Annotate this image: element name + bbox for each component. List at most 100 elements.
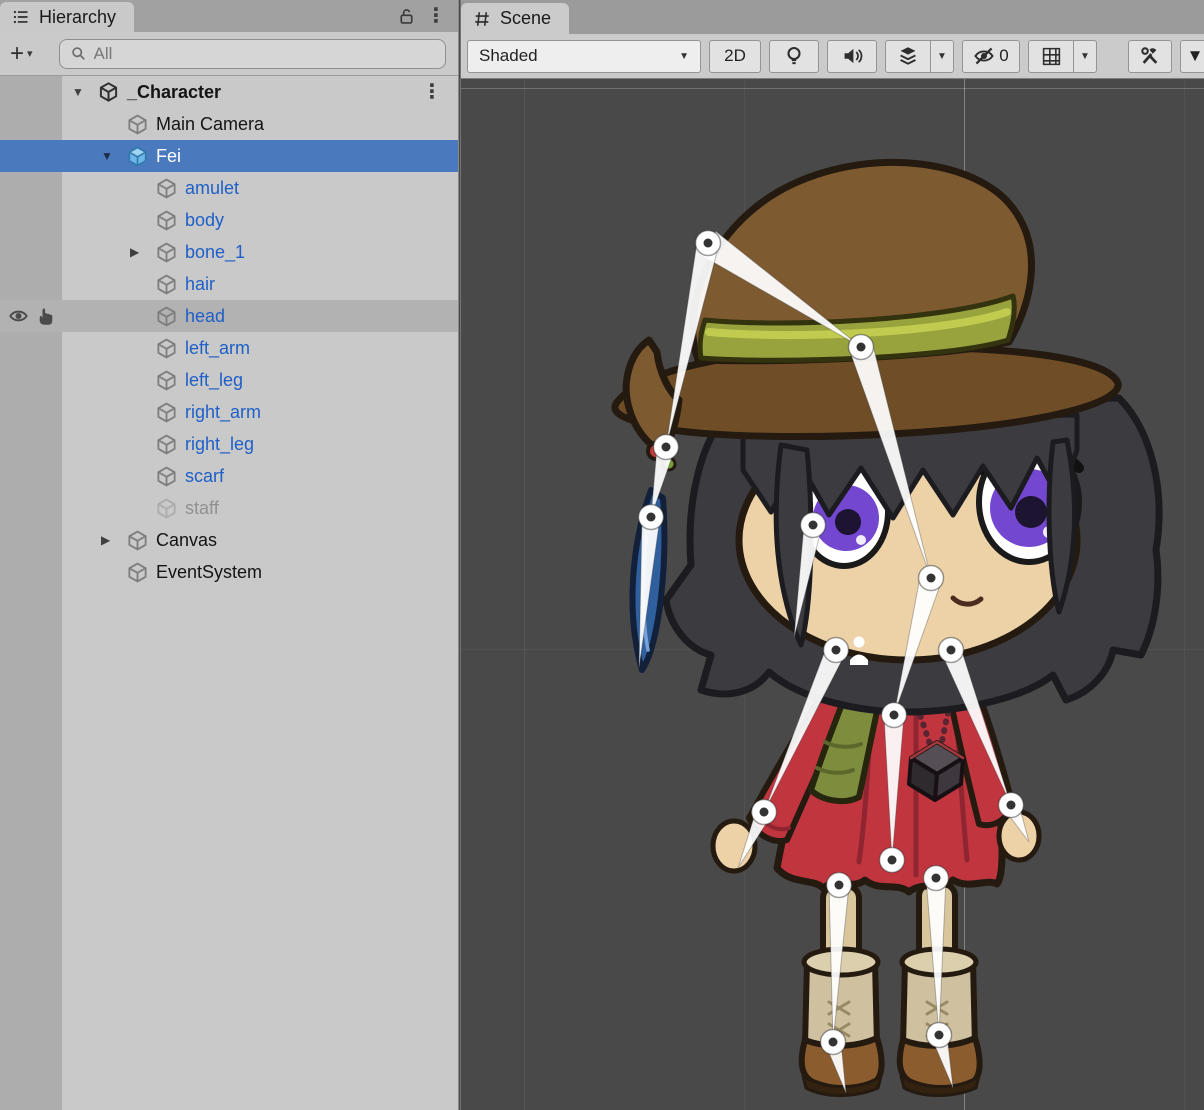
- scene-tab-label: Scene: [500, 8, 551, 29]
- scene-lighting-button[interactable]: [769, 40, 819, 73]
- item-label: left_arm: [185, 338, 250, 359]
- scene-visibility-button[interactable]: 0: [962, 40, 1020, 73]
- gameobject-cube-icon: [127, 114, 156, 135]
- layers-icon: [897, 45, 919, 67]
- foldout-icon[interactable]: ▶: [101, 533, 127, 547]
- scene-toolbar: Shaded ▼ 2D ▼ 0 ▼: [461, 34, 1204, 79]
- foldout-icon[interactable]: ▼: [101, 149, 127, 163]
- item-label: amulet: [185, 178, 239, 199]
- chevron-down-icon: ▼: [937, 51, 947, 62]
- chevron-down-icon: ▼: [679, 51, 689, 62]
- item-label: left_leg: [185, 370, 243, 391]
- chevron-down-icon: ▼: [1187, 46, 1204, 66]
- item-label: Fei: [156, 146, 181, 167]
- 2d-label: 2D: [724, 46, 746, 66]
- item-label: _Character: [127, 82, 221, 103]
- lightbulb-icon: [783, 45, 805, 67]
- grid-control: ▼: [1028, 40, 1097, 73]
- toolbar-overflow-dropdown[interactable]: ▼: [1180, 40, 1204, 73]
- toggle-2d-button[interactable]: 2D: [709, 40, 761, 73]
- item-label: bone_1: [185, 242, 245, 263]
- item-label: right_arm: [185, 402, 261, 423]
- pickability-hand-icon[interactable]: [36, 306, 56, 326]
- search-icon: [70, 45, 87, 62]
- hierarchy-toolbar: + ▾: [0, 32, 458, 76]
- hierarchy-item-bone-1[interactable]: ▶ bone_1: [0, 236, 458, 268]
- search-input[interactable]: [94, 44, 435, 64]
- hierarchy-item-left-arm[interactable]: left_arm: [0, 332, 458, 364]
- item-label: Main Camera: [156, 114, 264, 135]
- panel-menu-icon[interactable]: ⋮: [426, 6, 446, 26]
- hierarchy-item-hair[interactable]: hair: [0, 268, 458, 300]
- tools-icon: [1139, 45, 1161, 67]
- add-gameobject-button[interactable]: + ▾: [10, 42, 33, 66]
- item-label: Canvas: [156, 530, 217, 551]
- hierarchy-search-field[interactable]: [59, 39, 446, 69]
- shading-mode-value: Shaded: [479, 46, 538, 66]
- gameobject-cube-icon: [156, 370, 185, 391]
- foldout-icon[interactable]: ▶: [130, 245, 156, 259]
- visibility-eye-icon[interactable]: [8, 306, 29, 327]
- gameobject-cube-icon: [127, 562, 156, 583]
- bone-influence-badge-icon: [850, 637, 868, 666]
- item-label: scarf: [185, 466, 224, 487]
- item-label: right_leg: [185, 434, 254, 455]
- prefab-cube-icon: [127, 146, 156, 167]
- foldout-icon[interactable]: ▼: [72, 85, 98, 99]
- unity-scene-icon: [98, 82, 127, 103]
- effects-dropdown-button[interactable]: ▼: [930, 40, 954, 73]
- tab-scene[interactable]: Scene: [461, 3, 569, 34]
- hierarchy-item-canvas[interactable]: ▶ Canvas: [0, 524, 458, 556]
- item-label: body: [185, 210, 224, 231]
- scene-grid-icon: [473, 10, 491, 28]
- item-label: hair: [185, 274, 215, 295]
- lock-icon[interactable]: [397, 7, 416, 26]
- gameobject-cube-icon: [156, 498, 185, 519]
- gameobject-cube-icon: [156, 274, 185, 295]
- scene-effects-button[interactable]: [885, 40, 931, 73]
- unity-editor-window: { "icons": { "foldout_expanded": "▼", "f…: [0, 0, 1204, 1110]
- gameobject-cube-icon: [156, 434, 185, 455]
- hierarchy-item-right-leg[interactable]: right_leg: [0, 428, 458, 460]
- speaker-icon: [841, 45, 863, 67]
- scene-panel: Scene Shaded ▼ 2D ▼ 0: [460, 0, 1204, 1110]
- shading-mode-dropdown[interactable]: Shaded ▼: [467, 40, 701, 73]
- scene-options-icon[interactable]: ⋮: [422, 82, 442, 102]
- gameobject-cube-icon: [156, 338, 185, 359]
- tab-hierarchy[interactable]: Hierarchy: [0, 2, 134, 32]
- gameobject-cube-icon: [156, 306, 185, 327]
- hierarchy-item-main-camera[interactable]: Main Camera: [0, 108, 458, 140]
- gameobject-cube-icon: [156, 210, 185, 231]
- hierarchy-item-character[interactable]: ▼ _Character ⋮: [0, 76, 458, 108]
- hierarchy-item-left-leg[interactable]: left_leg: [0, 364, 458, 396]
- hierarchy-tab-bar: Hierarchy ⋮: [0, 0, 458, 32]
- grid-icon: [1041, 46, 1062, 67]
- item-label: head: [185, 306, 225, 327]
- hierarchy-item-amulet[interactable]: amulet: [0, 172, 458, 204]
- grid-dropdown-button[interactable]: ▼: [1073, 40, 1097, 73]
- gameobject-cube-icon: [156, 242, 185, 263]
- plus-icon: +: [10, 42, 24, 66]
- grid-visibility-button[interactable]: [1028, 40, 1074, 73]
- scene-tab-bar: Scene: [461, 0, 1204, 34]
- hierarchy-item-head[interactable]: head: [0, 300, 458, 332]
- gameobject-cube-icon: [127, 530, 156, 551]
- chevron-down-icon: ▼: [1080, 51, 1090, 62]
- hierarchy-list-icon: [12, 8, 30, 26]
- hierarchy-item-eventsystem[interactable]: EventSystem: [0, 556, 458, 588]
- hierarchy-item-staff[interactable]: staff: [0, 492, 458, 524]
- scene-viewport[interactable]: [461, 79, 1204, 1110]
- hierarchy-item-right-arm[interactable]: right_arm: [0, 396, 458, 428]
- gameobject-cube-icon: [156, 178, 185, 199]
- hierarchy-item-body[interactable]: body: [0, 204, 458, 236]
- hierarchy-item-fei[interactable]: ▼ Fei: [0, 140, 458, 172]
- bone-gizmos[interactable]: [461, 79, 1204, 1110]
- scene-audio-button[interactable]: [827, 40, 877, 73]
- scene-tools-button[interactable]: [1128, 40, 1172, 73]
- hierarchy-panel: Hierarchy ⋮ + ▾ ▼ _Character ⋮ Main Came…: [0, 0, 459, 1110]
- hierarchy-item-scarf[interactable]: scarf: [0, 460, 458, 492]
- item-label: EventSystem: [156, 562, 262, 583]
- eye-slash-icon: [973, 45, 995, 67]
- hierarchy-tab-label: Hierarchy: [39, 7, 116, 28]
- hidden-count: 0: [999, 46, 1008, 66]
